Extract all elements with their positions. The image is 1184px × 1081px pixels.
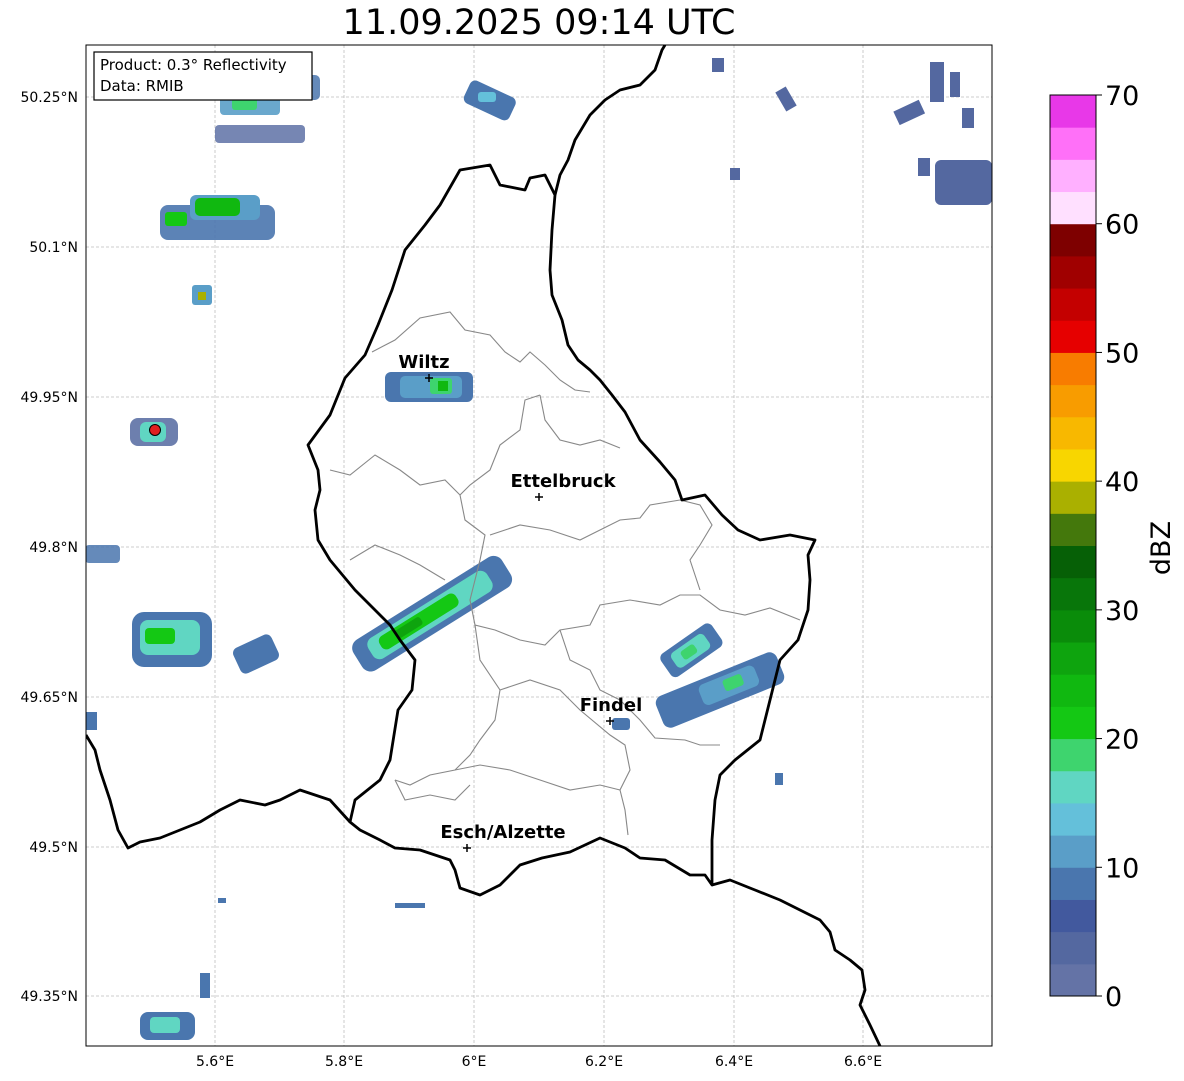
colorbar-segment: [1050, 223, 1096, 257]
radar-echo: [730, 168, 740, 180]
radar-echo: [86, 545, 120, 563]
city-label: Esch/Alzette: [440, 822, 565, 843]
city-label: Ettelbruck: [510, 471, 616, 492]
colorbar-segment: [1050, 545, 1096, 579]
radar-echo: [962, 108, 974, 128]
lat-tick-label: 50.1°N: [29, 240, 78, 256]
colorbar-segment: [1050, 963, 1096, 997]
latitude-axis: 50.25°N 50.1°N 49.95°N 49.8°N 49.65°N 49…: [20, 90, 78, 1005]
radar-echo: [198, 292, 206, 300]
radar-echo: [218, 898, 226, 903]
radar-echo: [438, 381, 448, 391]
lon-tick-label: 6.6°E: [844, 1054, 882, 1070]
colorbar-segment: [1050, 481, 1096, 514]
radar-echo: [86, 712, 97, 730]
colorbar-segment: [1050, 320, 1096, 353]
colorbar-segment: [1050, 513, 1096, 546]
colorbar-label: dBZ: [1146, 521, 1177, 575]
lat-tick-label: 49.95°N: [20, 390, 78, 406]
radar-map-figure: Wiltz Ettelbruck Findel Esch/Alzette Pro…: [20, 44, 1177, 1070]
radar-echo: [165, 212, 187, 226]
colorbar-tick-label: 30: [1105, 596, 1139, 627]
colorbar-tick-label: 70: [1105, 81, 1139, 112]
colorbar-segment: [1050, 384, 1096, 418]
colorbar-tick-label: 0: [1105, 982, 1122, 1013]
colorbar-segment: [1050, 448, 1096, 482]
data-source-label: Data: RMIB: [100, 77, 184, 95]
colorbar-segment: [1050, 255, 1096, 289]
colorbar-segment: [1050, 95, 1096, 128]
colorbar-tick-label: 20: [1105, 725, 1139, 756]
radar-echo: [150, 1017, 180, 1033]
radar-echo: [775, 773, 783, 785]
colorbar-segment: [1050, 159, 1096, 193]
lon-tick-label: 6.2°E: [585, 1054, 623, 1070]
radar-echo: [200, 973, 210, 998]
longitude-axis: 5.6°E 5.8°E 6°E 6.2°E 6.4°E 6.6°E: [196, 1054, 882, 1070]
lon-tick-label: 6°E: [462, 1054, 487, 1070]
radar-echo: [935, 160, 992, 205]
radar-echo: [195, 198, 240, 216]
city-label: Wiltz: [398, 352, 449, 373]
lat-tick-label: 49.8°N: [29, 540, 78, 556]
lon-tick-label: 5.6°E: [196, 1054, 234, 1070]
product-label: Product: 0.3° Reflectivity: [100, 56, 287, 74]
colorbar-segment: [1050, 931, 1096, 965]
colorbar-segment: [1050, 802, 1096, 836]
colorbar-segment: [1050, 674, 1096, 707]
lon-tick-label: 6.4°E: [715, 1054, 753, 1070]
lon-tick-label: 5.8°E: [325, 1054, 363, 1070]
radar-echo: [918, 158, 930, 176]
lat-tick-label: 50.25°N: [20, 90, 78, 106]
colorbar-segment: [1050, 191, 1096, 225]
product-info-box: Product: 0.3° Reflectivity Data: RMIB: [93, 51, 313, 101]
lat-tick-label: 49.35°N: [20, 989, 78, 1005]
colorbar-segment: [1050, 899, 1096, 933]
colorbar-segment: [1050, 835, 1096, 868]
colorbar-segment: [1050, 577, 1096, 611]
colorbar-segment: [1050, 770, 1096, 804]
colorbar-segment: [1050, 867, 1096, 900]
radar-echo: [145, 628, 175, 644]
map-panel: Wiltz Ettelbruck Findel Esch/Alzette Pro…: [85, 44, 993, 1047]
radar-echo: [712, 58, 724, 72]
radar-echo: [395, 903, 425, 908]
radar-echo: [478, 92, 496, 102]
radar-echo: [930, 62, 944, 102]
city-label: Findel: [580, 695, 643, 716]
colorbar-segment: [1050, 706, 1096, 740]
colorbar-segment: [1050, 352, 1096, 386]
colorbar-tick-label: 60: [1105, 210, 1139, 241]
colorbar-tick-label: 50: [1105, 338, 1139, 369]
radar-site-marker: [149, 424, 161, 436]
colorbar-segment: [1050, 738, 1096, 772]
colorbar-segment: [1050, 642, 1096, 675]
colorbar-tick-label: 40: [1105, 467, 1139, 498]
colorbar-segment: [1050, 127, 1096, 160]
colorbar-segments: [1050, 95, 1096, 997]
colorbar-tick-label: 10: [1105, 853, 1139, 884]
colorbar-ticks: 0 10 20 30 40 50 60 70: [1096, 81, 1139, 1013]
lat-tick-label: 49.65°N: [20, 690, 78, 706]
colorbar-segment: [1050, 416, 1096, 450]
radar-echo: [612, 718, 630, 730]
colorbar: 0 10 20 30 40 50 60 70 dBZ: [1049, 81, 1177, 1013]
radar-echo: [215, 125, 305, 143]
colorbar-segment: [1050, 609, 1096, 643]
lat-tick-label: 49.5°N: [29, 840, 78, 856]
radar-echo: [950, 72, 960, 97]
colorbar-segment: [1050, 288, 1096, 321]
